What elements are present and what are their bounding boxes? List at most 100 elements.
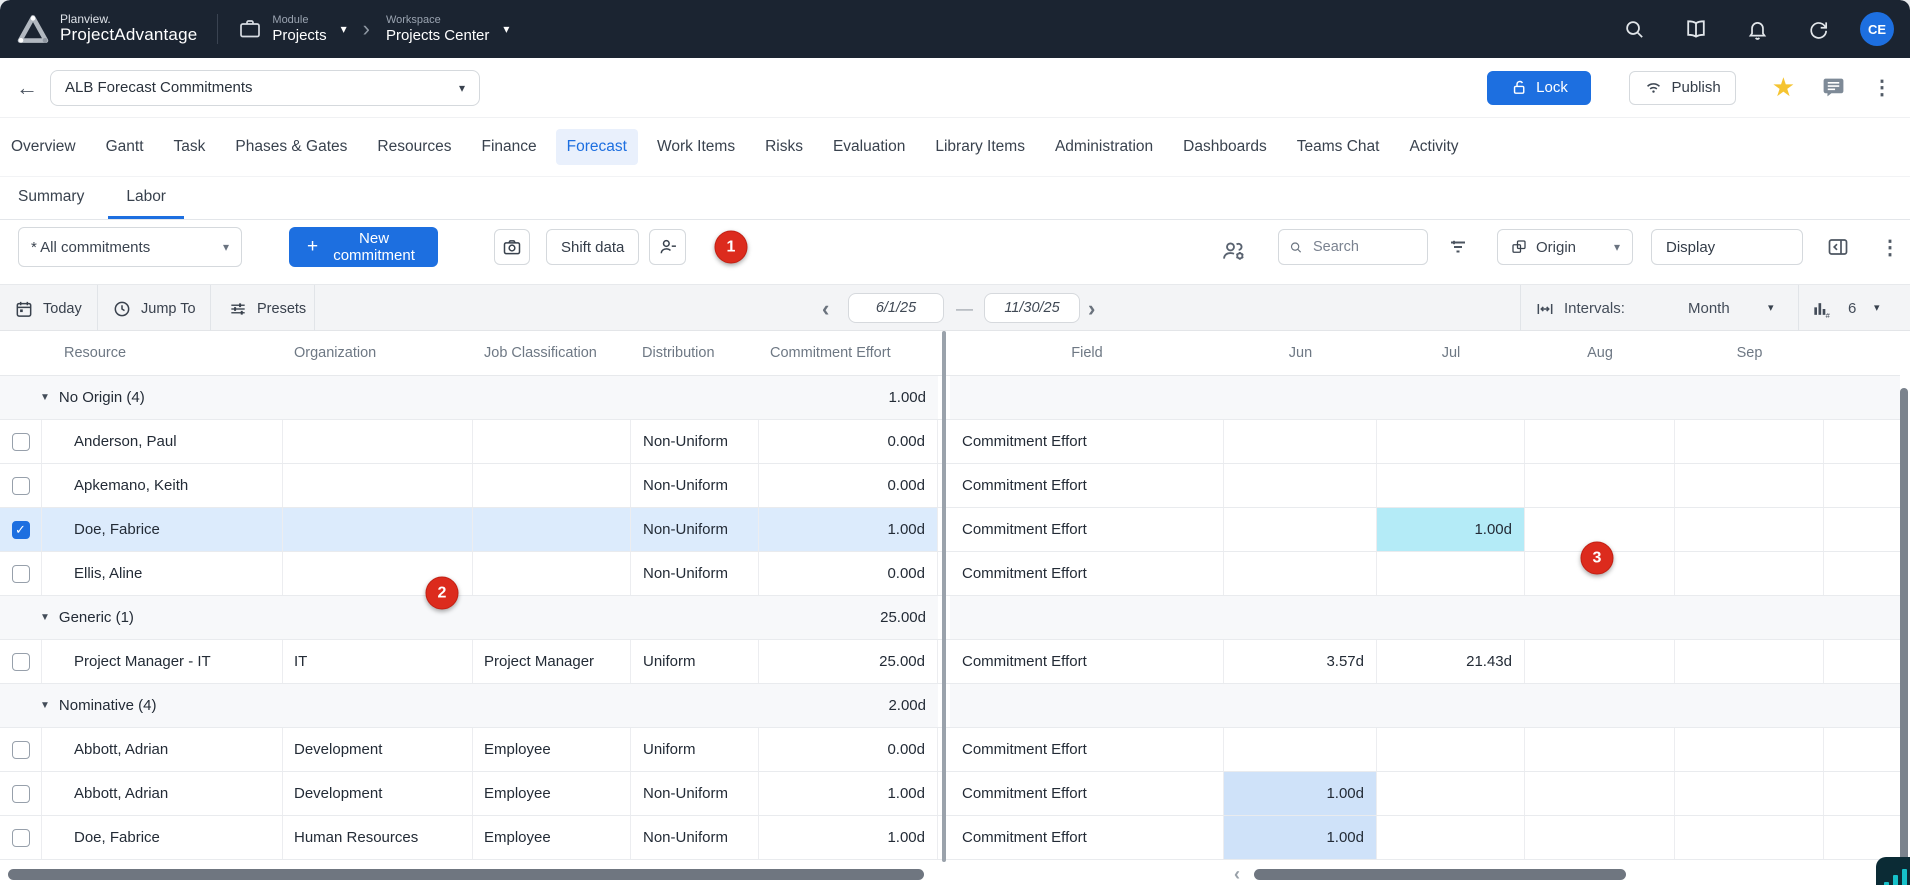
month-cell-jun[interactable] (1224, 728, 1377, 771)
workspace-switcher[interactable]: Workspace Projects Center ▾ (386, 14, 509, 44)
month-cell-jun[interactable] (1224, 508, 1377, 551)
group-row-generic-1[interactable]: ▼Generic (1)25.00d (0, 596, 1900, 640)
month-cell-sep[interactable] (1675, 508, 1824, 551)
resource-row-anderson-paul[interactable]: Anderson, PaulNon-Uniform0.00dCommitment… (0, 420, 1900, 464)
interval-count-value[interactable]: 6 (1848, 285, 1856, 332)
display-options-button[interactable]: Display (1651, 229, 1803, 265)
month-cell-sep[interactable] (1675, 464, 1824, 507)
col-header-resource[interactable]: Resource (42, 331, 283, 375)
module-switcher[interactable]: Module Projects ▾ (238, 14, 346, 44)
next-period-chevron-icon[interactable]: › (1088, 285, 1095, 332)
scroll-left-chevron-icon[interactable]: ‹ (1234, 864, 1240, 885)
month-cell-jun[interactable] (1224, 552, 1377, 595)
date-to-input[interactable] (984, 293, 1080, 323)
chevron-down-icon[interactable]: ▾ (1874, 285, 1880, 332)
month-cell-aug[interactable] (1525, 420, 1675, 463)
tab-task[interactable]: Task (163, 129, 217, 165)
tab-gantt[interactable]: Gantt (95, 129, 155, 165)
resource-row-doe-fabrice[interactable]: ✓Doe, FabriceNon-Uniform1.00dCommitment … (0, 508, 1900, 552)
col-header-job-classification[interactable]: Job Classification (473, 331, 631, 375)
snapshot-camera-button[interactable] (494, 229, 530, 265)
notes-feedback-icon[interactable] (1821, 75, 1846, 100)
col-header-jun[interactable]: Jun (1224, 331, 1377, 375)
lock-button[interactable]: Lock (1487, 71, 1591, 105)
collapse-triangle-icon[interactable]: ▼ (40, 612, 50, 623)
help-library-icon[interactable] (1684, 17, 1708, 41)
month-cell-aug[interactable] (1525, 816, 1675, 859)
month-cell-jun[interactable] (1224, 464, 1377, 507)
resource-row-doe-fabrice[interactable]: Doe, FabriceHuman ResourcesEmployeeNon-U… (0, 816, 1900, 860)
presets-button[interactable]: Presets (228, 285, 306, 332)
month-cell-aug[interactable] (1525, 464, 1675, 507)
month-cell-aug[interactable] (1525, 728, 1675, 771)
group-row-no-origin-4[interactable]: ▼No Origin (4)1.00d (0, 376, 1900, 420)
row-checkbox[interactable] (12, 653, 30, 671)
tab-resources[interactable]: Resources (366, 129, 462, 165)
row-checkbox[interactable] (12, 741, 30, 759)
chevron-down-icon[interactable]: ▾ (341, 22, 347, 36)
row-checkbox[interactable]: ✓ (12, 521, 30, 539)
publish-button[interactable]: Publish (1629, 71, 1735, 105)
month-cell-jul[interactable] (1377, 728, 1525, 771)
month-cell-sep[interactable] (1675, 420, 1824, 463)
col-header-jul[interactable]: Jul (1377, 331, 1525, 375)
month-cell-jun[interactable]: 1.00d (1224, 772, 1377, 815)
tab-finance[interactable]: Finance (471, 129, 548, 165)
tab-overview[interactable]: Overview (0, 129, 87, 165)
collapse-triangle-icon[interactable]: ▼ (40, 700, 50, 711)
month-cell-sep[interactable] (1675, 772, 1824, 815)
resource-row-abbott-adrian[interactable]: Abbott, AdrianDevelopmentEmployeeUniform… (0, 728, 1900, 772)
col-header-aug[interactable]: Aug (1525, 331, 1675, 375)
resource-row-abbott-adrian[interactable]: Abbott, AdrianDevelopmentEmployeeNon-Uni… (0, 772, 1900, 816)
filter-icon[interactable] (1446, 235, 1470, 259)
tab-teams-chat[interactable]: Teams Chat (1286, 129, 1391, 165)
view-selector-dropdown[interactable]: ALB Forecast Commitments ▾ (50, 70, 480, 106)
row-checkbox[interactable] (12, 433, 30, 451)
tab-administration[interactable]: Administration (1044, 129, 1164, 165)
subtab-summary[interactable]: Summary (0, 177, 102, 219)
month-cell-jul[interactable] (1377, 772, 1525, 815)
month-cell-jun[interactable] (1224, 420, 1377, 463)
insights-widget-button[interactable] (1876, 857, 1910, 885)
group-row-nominative-4[interactable]: ▼Nominative (4)2.00d (0, 684, 1900, 728)
user-avatar[interactable]: CE (1860, 12, 1894, 46)
notifications-bell-icon[interactable] (1746, 18, 1769, 41)
commitments-filter-dropdown[interactable]: * All commitments ▾ (18, 227, 242, 267)
table-search[interactable] (1278, 229, 1428, 265)
group-by-origin-dropdown[interactable]: Origin ▾ (1497, 229, 1633, 265)
back-arrow-icon[interactable]: ← (16, 75, 38, 101)
toolbar-kebab-icon[interactable]: ⋮ (1880, 235, 1900, 260)
col-header-commitment-effort[interactable]: Commitment Effort (759, 331, 938, 375)
month-cell-jun[interactable]: 1.00d (1224, 816, 1377, 859)
resource-row-apkemano-keith[interactable]: Apkemano, KeithNon-Uniform0.00dCommitmen… (0, 464, 1900, 508)
tab-forecast[interactable]: Forecast (556, 129, 638, 165)
team-settings-icon[interactable] (1220, 237, 1248, 265)
tab-work-items[interactable]: Work Items (646, 129, 746, 165)
month-cell-aug[interactable] (1525, 640, 1675, 683)
month-cell-sep[interactable] (1675, 728, 1824, 771)
month-cell-jul[interactable] (1377, 464, 1525, 507)
col-header-organization[interactable]: Organization (283, 331, 473, 375)
month-cell-jul[interactable] (1377, 552, 1525, 595)
month-cell-jul[interactable]: 21.43d (1377, 640, 1525, 683)
group-label[interactable]: ▼Generic (1) (0, 596, 759, 639)
resource-assignment-button[interactable] (649, 229, 686, 265)
right-pane-horizontal-scrollbar[interactable] (1254, 869, 1626, 880)
tab-dashboards[interactable]: Dashboards (1172, 129, 1278, 165)
tab-activity[interactable]: Activity (1398, 129, 1469, 165)
collapse-panel-icon[interactable] (1826, 235, 1850, 259)
pane-splitter-handle[interactable] (942, 331, 946, 862)
month-cell-sep[interactable] (1675, 640, 1824, 683)
month-cell-sep[interactable] (1675, 552, 1824, 595)
row-checkbox[interactable] (12, 565, 30, 583)
subtab-labor[interactable]: Labor (108, 177, 184, 219)
month-cell-jul[interactable]: 1.00d (1377, 508, 1525, 551)
month-cell-sep[interactable] (1675, 816, 1824, 859)
chevron-down-icon[interactable]: ▾ (503, 22, 509, 36)
resource-row-ellis-aline[interactable]: Ellis, AlineNon-Uniform0.00dCommitment E… (0, 552, 1900, 596)
tab-risks[interactable]: Risks (754, 129, 814, 165)
resource-row-project-manager-it[interactable]: Project Manager - ITITProject ManagerUni… (0, 640, 1900, 684)
today-button[interactable]: Today (14, 285, 82, 332)
month-cell-jul[interactable] (1377, 816, 1525, 859)
new-commitment-button[interactable]: + New commitment (289, 227, 438, 267)
